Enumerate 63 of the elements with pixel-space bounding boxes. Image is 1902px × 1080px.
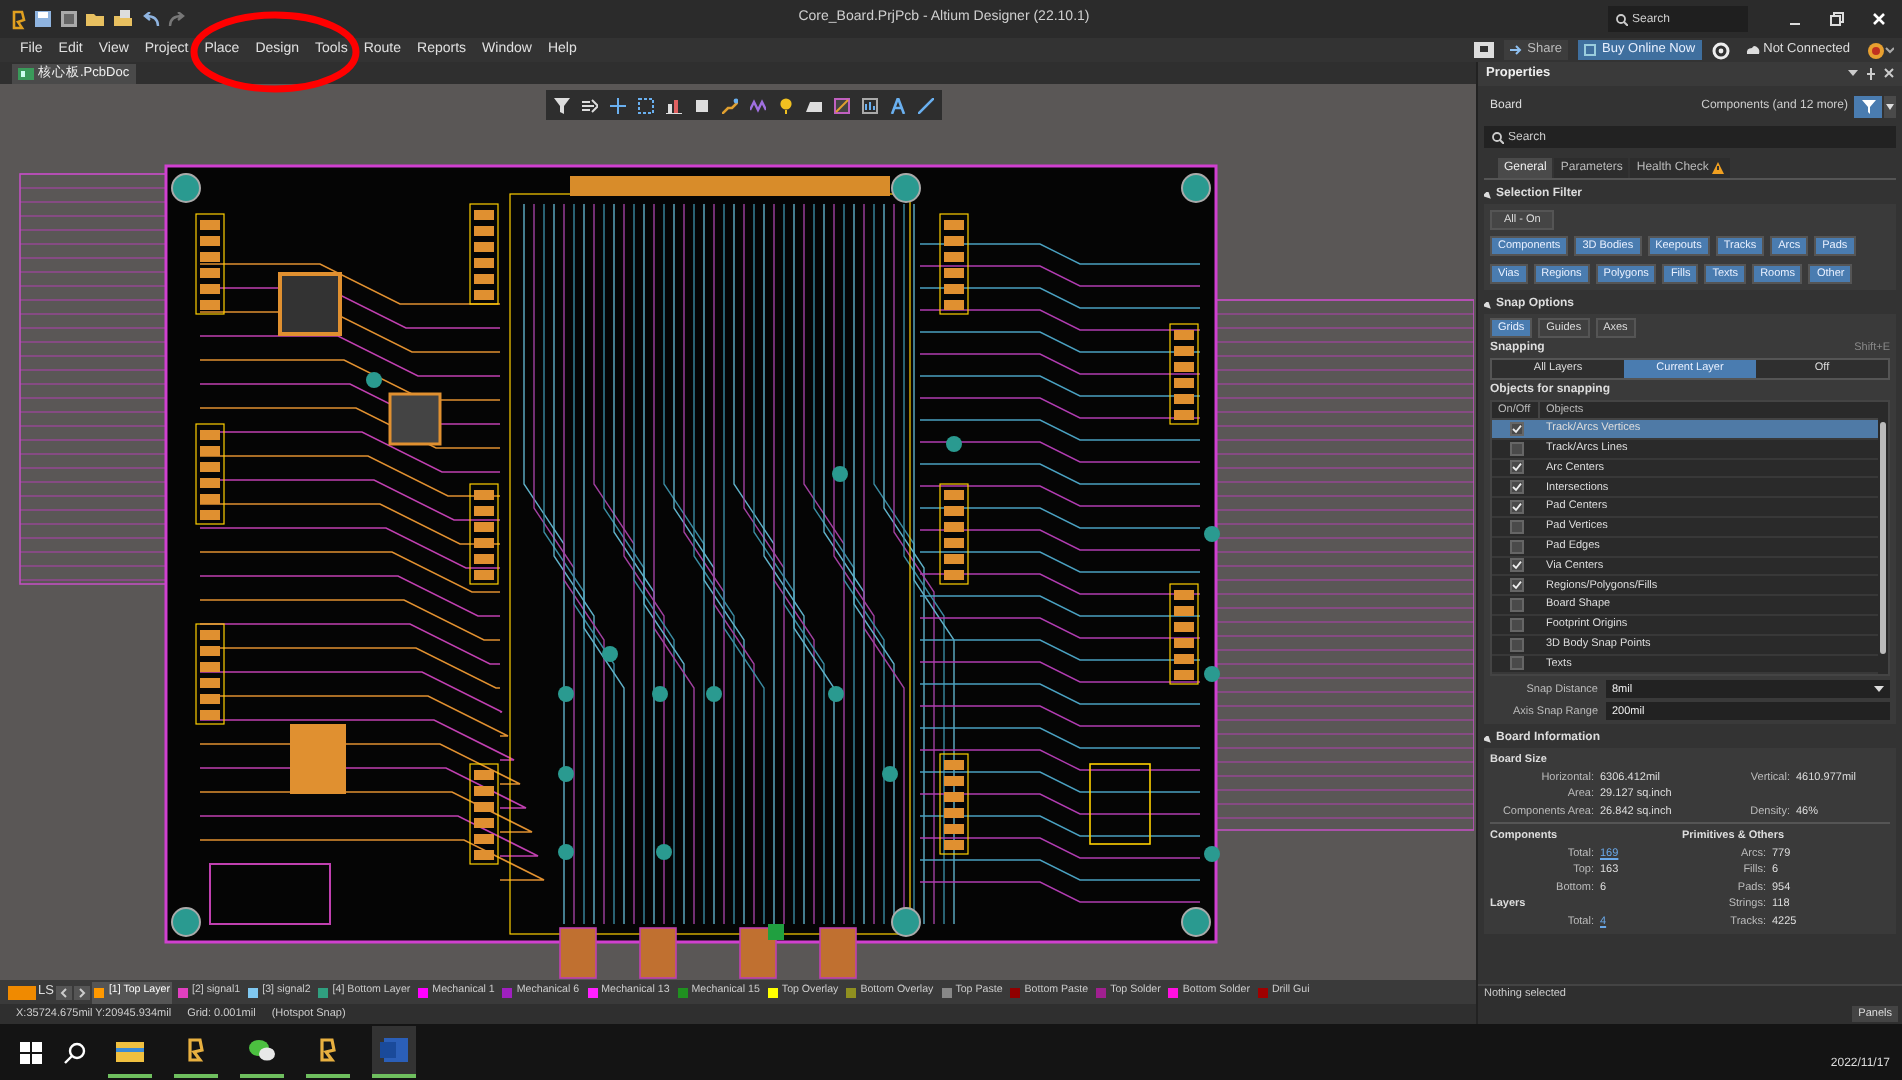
restore-icon[interactable] bbox=[1830, 12, 1844, 26]
text-icon[interactable] bbox=[890, 97, 906, 113]
checkbox[interactable] bbox=[1509, 519, 1523, 534]
windows-start-icon[interactable] bbox=[20, 1041, 42, 1063]
expand-icon[interactable] bbox=[1484, 191, 1492, 199]
checkbox[interactable] bbox=[1509, 441, 1523, 456]
via-icon[interactable] bbox=[778, 97, 794, 113]
close-icon[interactable] bbox=[1884, 68, 1894, 78]
document-icon bbox=[380, 1038, 408, 1062]
checkbox[interactable] bbox=[1509, 656, 1523, 671]
current-layer-swatch bbox=[8, 985, 36, 999]
polygon-icon[interactable] bbox=[806, 97, 822, 113]
expand-icon[interactable] bbox=[1484, 301, 1492, 309]
chart-icon[interactable] bbox=[862, 97, 878, 113]
document-taskbar-button[interactable] bbox=[372, 1026, 416, 1078]
checkbox[interactable] bbox=[1509, 539, 1523, 554]
checkbox[interactable] bbox=[1509, 578, 1523, 593]
checkbox[interactable] bbox=[1509, 421, 1523, 436]
save-all-icon[interactable] bbox=[60, 10, 78, 28]
checkbox[interactable] bbox=[1509, 558, 1523, 573]
checkbox[interactable] bbox=[1509, 480, 1523, 495]
search-icon bbox=[1616, 13, 1628, 25]
interactive-route-icon[interactable] bbox=[722, 97, 738, 113]
crosshair-icon[interactable] bbox=[610, 97, 626, 113]
cloud-icon bbox=[1745, 44, 1760, 56]
pin-icon[interactable] bbox=[1866, 68, 1876, 80]
warning-icon bbox=[1712, 162, 1725, 174]
align-icon[interactable] bbox=[666, 97, 682, 113]
caret-icon bbox=[1886, 103, 1894, 109]
redo-icon[interactable] bbox=[168, 11, 186, 27]
user-avatar-icon[interactable] bbox=[1866, 41, 1894, 59]
pcb-document-icon bbox=[18, 68, 34, 80]
expand-icon[interactable] bbox=[1484, 735, 1492, 744]
previous-icon[interactable] bbox=[55, 985, 72, 999]
next-icon[interactable] bbox=[73, 985, 90, 999]
line-icon[interactable] bbox=[918, 97, 934, 113]
folder-icon bbox=[116, 1038, 144, 1062]
search-icon[interactable] bbox=[64, 1041, 86, 1063]
scrollbar-thumb[interactable] bbox=[1880, 422, 1886, 655]
checkbox[interactable] bbox=[1509, 598, 1523, 613]
checkbox[interactable] bbox=[1509, 500, 1523, 515]
component-icon[interactable] bbox=[694, 97, 710, 113]
filter-button[interactable] bbox=[1854, 95, 1882, 117]
search-icon bbox=[1492, 131, 1504, 143]
checkbox[interactable] bbox=[1509, 460, 1523, 475]
filter-icon bbox=[1861, 99, 1875, 113]
differential-route-icon[interactable] bbox=[750, 97, 766, 113]
folder-icon[interactable] bbox=[86, 10, 106, 28]
settings-icon[interactable] bbox=[1711, 41, 1730, 59]
undo-icon[interactable] bbox=[142, 11, 160, 27]
save-icon[interactable] bbox=[34, 10, 52, 28]
checkbox[interactable] bbox=[1509, 617, 1523, 632]
chat-bubbles-icon bbox=[248, 1038, 276, 1062]
open-project-icon[interactable] bbox=[114, 10, 134, 28]
route-icon[interactable] bbox=[582, 97, 598, 113]
select-rectangle-icon[interactable] bbox=[638, 97, 654, 113]
caret-icon bbox=[1874, 686, 1884, 693]
arrow-icon bbox=[1509, 44, 1524, 56]
filter-icon[interactable] bbox=[554, 97, 570, 113]
filter-menu-button[interactable] bbox=[1884, 95, 1896, 117]
dimension-icon[interactable] bbox=[834, 97, 850, 113]
checkbox[interactable] bbox=[1509, 637, 1523, 652]
dropdown-icon[interactable] bbox=[1848, 68, 1858, 78]
